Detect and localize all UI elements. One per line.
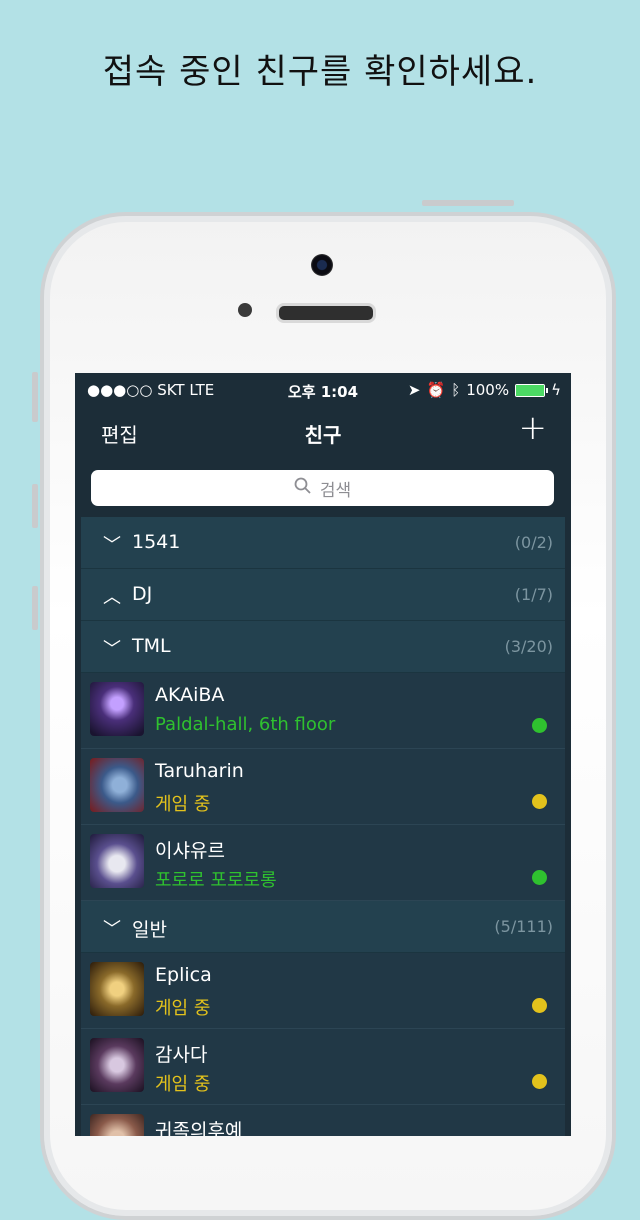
in-game-status-dot — [532, 1074, 547, 1089]
avatar — [90, 758, 144, 812]
search-input[interactable]: 검색 — [91, 470, 554, 506]
chevron-down-icon: ﹀ — [103, 919, 121, 940]
friend-name: 감사다 — [155, 1044, 208, 1066]
front-camera — [311, 254, 333, 276]
avatar — [90, 962, 144, 1016]
phone-screen: ●●●○○ SKT LTE 오후 1:04 ➤ ⏰ ᛒ 100% ϟ 편집 친구… — [75, 373, 571, 1136]
avatar — [90, 682, 144, 736]
group-name: 1541 — [132, 531, 181, 553]
power-button — [422, 200, 514, 206]
earpiece-speaker — [276, 303, 376, 323]
location-icon: ➤ — [407, 381, 421, 399]
volume-down-button — [32, 586, 38, 630]
add-friend-button[interactable]: + — [519, 411, 548, 445]
in-game-status-dot — [532, 998, 547, 1013]
friend-name: AKAiBA — [155, 684, 225, 706]
page-title: 친구 — [304, 423, 342, 447]
group-count: (5/111) — [494, 917, 553, 936]
friend-status: 포로로 포로로롱 — [155, 870, 277, 891]
online-status-dot — [532, 870, 547, 885]
group-count: (0/2) — [514, 533, 553, 552]
friend-name: 귀족의후예 — [155, 1120, 243, 1136]
alarm-icon: ⏰ — [426, 381, 446, 399]
avatar — [90, 1038, 144, 1092]
headline: 접속 중인 친구를 확인하세요. — [102, 52, 538, 92]
battery-icon — [515, 383, 549, 397]
friend-row[interactable]: 귀족의후예 — [81, 1105, 565, 1136]
group-row-1541[interactable]: ﹀ 1541 (0/2) — [81, 517, 565, 569]
charging-icon: ϟ — [551, 381, 561, 399]
mute-switch — [32, 372, 38, 422]
chevron-up-icon: ︿ — [103, 587, 121, 608]
chevron-down-icon: ﹀ — [103, 639, 121, 660]
search-placeholder: 검색 — [319, 480, 352, 501]
group-name: 일반 — [132, 919, 167, 941]
friend-name: Taruharin — [155, 760, 244, 782]
friend-status: Paldal-hall, 6th floor — [155, 714, 336, 735]
group-count: (1/7) — [514, 585, 553, 604]
group-row-dj[interactable]: ︿ DJ (1/7) — [81, 569, 565, 621]
friend-status: 게임 중 — [155, 1074, 211, 1095]
friend-row[interactable]: 감사다 게임 중 — [81, 1029, 565, 1105]
friend-name: 이샤유르 — [155, 840, 225, 862]
group-row-general[interactable]: ﹀ 일반 (5/111) — [81, 901, 565, 953]
friend-status: 게임 중 — [155, 998, 211, 1019]
friend-list: ﹀ 1541 (0/2) ︿ DJ (1/7) ﹀ TML (3/20) AKA… — [81, 517, 565, 1136]
friend-name: Eplica — [155, 964, 212, 986]
nav-bar: 편집 친구 + — [75, 407, 571, 457]
search-icon — [294, 477, 312, 500]
in-game-status-dot — [532, 794, 547, 809]
status-right: ➤ ⏰ ᛒ 100% ϟ — [408, 381, 561, 399]
friend-row[interactable]: 이샤유르 포로로 포로로롱 — [81, 825, 565, 901]
chevron-down-icon: ﹀ — [103, 535, 121, 556]
bluetooth-icon: ᛒ — [451, 381, 461, 399]
online-status-dot — [532, 718, 547, 733]
group-row-tml[interactable]: ﹀ TML (3/20) — [81, 621, 565, 673]
status-bar: ●●●○○ SKT LTE 오후 1:04 ➤ ⏰ ᛒ 100% ϟ — [75, 373, 571, 407]
friend-row[interactable]: Taruharin 게임 중 — [81, 749, 565, 825]
battery-percent: 100% — [466, 381, 510, 399]
friend-row[interactable]: Eplica 게임 중 — [81, 953, 565, 1029]
group-count: (3/20) — [504, 637, 553, 656]
volume-up-button — [32, 484, 38, 528]
friend-status: 게임 중 — [155, 794, 211, 815]
avatar — [90, 834, 144, 888]
avatar — [90, 1114, 144, 1136]
proximity-sensor — [238, 303, 252, 317]
group-name: DJ — [132, 583, 153, 605]
friend-row[interactable]: AKAiBA Paldal-hall, 6th floor — [81, 673, 565, 749]
group-name: TML — [132, 635, 171, 657]
